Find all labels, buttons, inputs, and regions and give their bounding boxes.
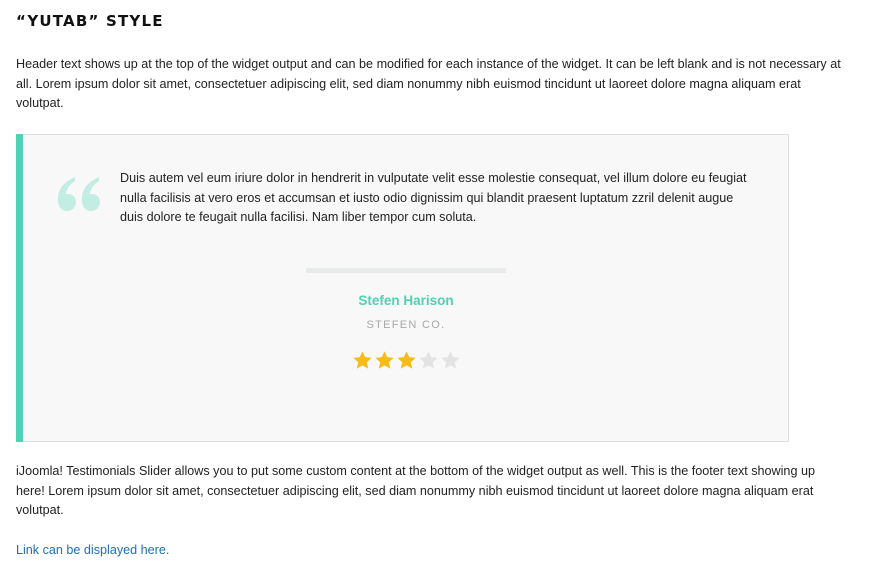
accent-bar [16,134,23,442]
star-empty-icon [419,351,438,369]
star-filled-icon [353,351,372,369]
header-text: Header text shows up at the top of the w… [16,57,841,110]
star-rating [352,350,462,372]
widget-title: “YUTAB” STYLE [16,12,164,30]
footer-text: iJoomla! Testimonials Slider allows you … [16,464,815,517]
testimonial-quote: Duis autem vel eum iriure dolor in hendr… [120,171,747,224]
testimonial-card: Duis autem vel eum iriure dolor in hendr… [16,134,789,442]
star-filled-icon [375,351,394,369]
author-name: Stefen Harison [358,293,454,308]
footer-link[interactable]: Link can be displayed here. [16,541,169,560]
divider [306,268,506,273]
quote-icon [57,177,100,211]
star-filled-icon [397,351,416,369]
star-empty-icon [441,351,460,369]
author-company: STEFEN CO. [366,319,446,331]
